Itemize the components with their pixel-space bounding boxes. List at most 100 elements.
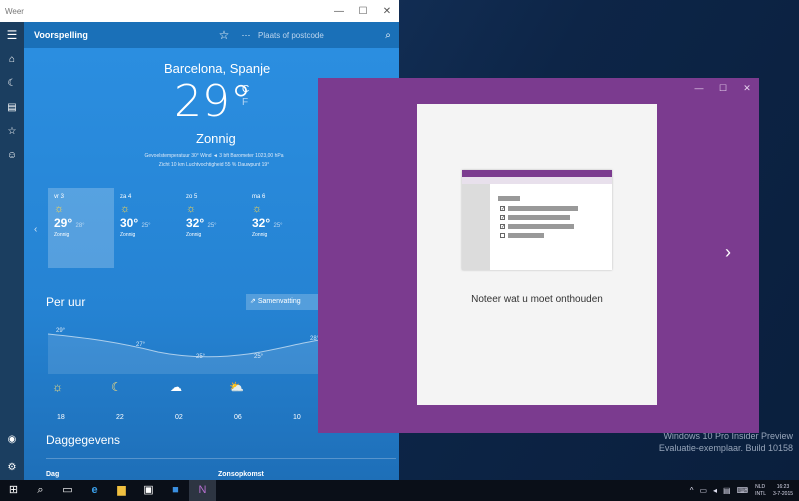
col-day: Dag: [46, 471, 60, 478]
day-temp: 32° 25°: [252, 216, 283, 230]
sun-icon: ☼: [186, 203, 197, 215]
weather-details: Gevoelstemperatuur 30° Wind ◄ 3 bft Baro…: [94, 152, 334, 170]
chevron-left-icon[interactable]: ‹: [34, 224, 37, 235]
preview-ribbon: [462, 177, 612, 184]
sun-icon: ☼: [120, 203, 131, 215]
day-card[interactable]: vr 3 ☼ 29° 28° Zonnig: [48, 188, 114, 268]
more-options-icon[interactable]: ···: [234, 30, 258, 40]
city-name: Barcelona, Spanje: [164, 61, 271, 76]
volume-icon[interactable]: ◂: [710, 486, 720, 495]
summary-button[interactable]: ⇗ Samenvatting: [246, 294, 326, 310]
store-icon[interactable]: ▣: [135, 480, 162, 501]
minimize-button[interactable]: —: [687, 78, 711, 98]
start-button[interactable]: ⊞: [0, 480, 27, 501]
notifications-icon[interactable]: ▤: [720, 486, 734, 495]
preview-line: [508, 224, 574, 229]
day-card[interactable]: za 4 ☼ 30° 25° Zonnig: [114, 188, 180, 268]
preview-line: [508, 215, 570, 220]
system-tray: ^ ▭ ◂ ▤ ⌨ NLD INTL 16:23 3-7-2015: [687, 480, 799, 501]
day-name: za 4: [120, 194, 132, 200]
home-icon[interactable]: ⌂: [0, 48, 24, 72]
onenote-window: — ☐ ✕ ✓ ✓ ✓ Noteer wat u moet onthouden …: [318, 78, 759, 433]
account-icon[interactable]: ◉: [0, 428, 24, 452]
day-condition: Zonnig: [120, 232, 136, 238]
hourly-temp-label: 25°: [196, 354, 206, 360]
day-name: zo 5: [186, 194, 198, 200]
historical-weather-icon[interactable]: ▤: [0, 96, 24, 120]
chevron-up-icon[interactable]: ^: [687, 486, 697, 495]
day-condition: Zonnig: [252, 232, 268, 238]
hourly-temp-label: 29°: [56, 328, 66, 334]
desktop-watermark: Windows 10 Pro Insider Preview Evaluatie…: [659, 430, 793, 454]
checkbox-icon: [500, 233, 505, 238]
maximize-button[interactable]: ☐: [351, 6, 375, 17]
checkbox-icon: ✓: [500, 224, 506, 230]
settings-icon[interactable]: ⚙: [0, 456, 24, 480]
clock-date: 3-7-2015: [772, 490, 793, 497]
daily-forecast: vr 3 ☼ 29° 28° Zonnig za 4 ☼ 30° 25° Zon…: [48, 188, 312, 268]
sun-icon: ☼: [54, 203, 65, 215]
weather-app-title: Weer: [5, 6, 24, 16]
daily-details-header: Dag Zonsopkomst: [46, 471, 396, 478]
unit-fahrenheit[interactable]: F: [242, 97, 248, 108]
onboarding-caption: Noteer wat u moet onthouden: [471, 294, 603, 305]
hourly-icons: ☼ ☾ ☁ ⛅: [52, 380, 288, 394]
hourly-temp-label: 27°: [136, 342, 146, 348]
favorite-star-icon[interactable]: ☆: [214, 28, 234, 42]
hour-label: 22: [116, 414, 124, 421]
hourly-times: 18 22 02 06 10: [57, 414, 352, 421]
current-condition: Zonnig: [196, 131, 236, 146]
sun-icon: ☼: [252, 203, 263, 215]
close-button[interactable]: ✕: [735, 78, 759, 98]
preview-line: [508, 233, 544, 238]
keyboard-icon[interactable]: ⌨: [734, 486, 752, 495]
per-hour-title: Per uur: [46, 295, 86, 309]
minimize-button[interactable]: —: [327, 6, 351, 17]
clock-time: 16:23: [776, 483, 790, 490]
chevron-right-icon[interactable]: ›: [725, 242, 731, 263]
preview-sidebar: [462, 184, 490, 270]
places-icon[interactable]: ☆: [0, 120, 24, 144]
divider: [46, 458, 396, 459]
file-explorer-icon[interactable]: ▆: [108, 480, 135, 501]
hourly-temperature-graph: 29° 27° 25° 25° 28°: [48, 328, 348, 374]
network-icon[interactable]: ▭: [696, 486, 710, 495]
day-name: vr 3: [54, 194, 65, 200]
checkbox-icon: ✓: [500, 206, 506, 212]
preview-line: [498, 196, 520, 201]
details-line1: Gevoelstemperatuur 30° Wind ◄ 3 bft Baro…: [144, 153, 284, 159]
day-temp: 30° 25°: [120, 216, 151, 230]
weather-app-icon[interactable]: ■: [162, 480, 189, 501]
hourly-temp-label: 25°: [254, 354, 264, 360]
onenote-preview-illustration: ✓ ✓ ✓: [462, 170, 612, 270]
day-temp: 29° 28°: [54, 216, 85, 230]
search-icon[interactable]: ⌕: [378, 30, 398, 41]
maximize-button[interactable]: ☐: [711, 78, 735, 98]
moon-icon: ☾: [111, 380, 122, 394]
edge-browser-icon[interactable]: e: [81, 480, 108, 501]
nav-rail: ⌂ ☾ ▤ ☆ ☺ ◉ ⚙: [0, 48, 24, 480]
clock[interactable]: 16:23 3-7-2015: [770, 484, 799, 498]
close-button[interactable]: ✕: [375, 6, 399, 17]
onenote-app-icon[interactable]: N: [189, 480, 216, 501]
day-card[interactable]: ma 6 ☼ 32° 25° Zonnig: [246, 188, 312, 268]
partly-cloudy-night-icon: ☁: [170, 380, 182, 394]
day-card[interactable]: zo 5 ☼ 32° 25° Zonnig: [180, 188, 246, 268]
checkbox-icon: ✓: [500, 215, 506, 221]
weather-titlebar: Weer — ☐ ✕: [0, 0, 399, 22]
col-sunrise: Zonsopkomst: [218, 471, 264, 478]
search-icon[interactable]: ⌕: [27, 480, 54, 501]
task-view-icon[interactable]: ▭: [54, 480, 81, 501]
hamburger-icon[interactable]: ☰: [0, 22, 24, 48]
day-name: ma 6: [252, 194, 266, 200]
sun-icon: ☼: [52, 380, 63, 394]
unit-celsius[interactable]: C: [242, 84, 249, 95]
search-input[interactable]: Plaats of postcode: [258, 31, 378, 40]
onboarding-card: ✓ ✓ ✓ Noteer wat u moet onthouden: [417, 104, 657, 405]
map-icon[interactable]: ☾: [0, 72, 24, 96]
onenote-window-controls: — ☐ ✕: [687, 78, 759, 98]
watermark-line2: Evaluatie-exemplaar. Build 10158: [658, 443, 793, 453]
language-indicator[interactable]: NLD INTL: [751, 484, 770, 498]
preview-titlebar: [462, 170, 612, 177]
news-icon[interactable]: ☺: [0, 144, 24, 168]
